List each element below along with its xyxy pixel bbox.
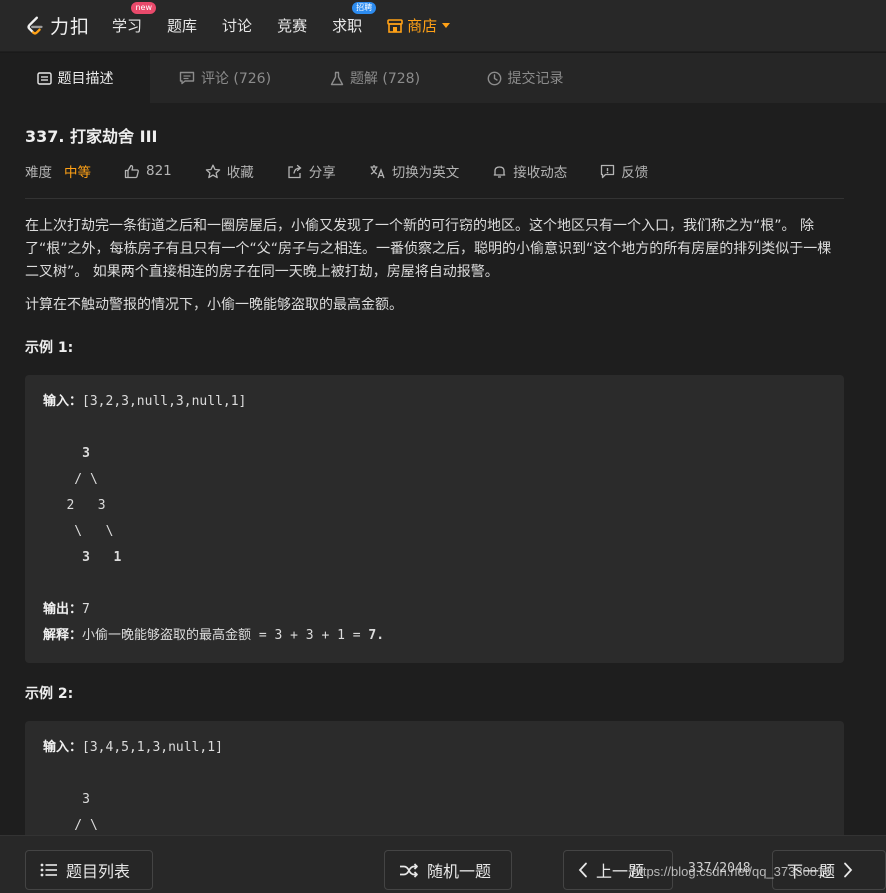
input-label: 输入： (43, 394, 83, 409)
explain-result: 7. (368, 628, 385, 643)
favorite-button[interactable]: 收藏 (205, 161, 254, 181)
problem-list-button[interactable]: 题目列表 (25, 850, 153, 890)
share-icon (288, 164, 302, 178)
random-problem-label: 随机一题 (427, 862, 492, 881)
feedback-icon (601, 164, 615, 178)
nav-item-shop[interactable]: 商店 (387, 15, 451, 36)
feedback-button[interactable]: 反馈 (600, 161, 648, 181)
problem-list-label: 题目列表 (66, 862, 131, 881)
problem-description: 在上次打劫完一条街道之后和一圈房屋后，小偷又发现了一个新的可行窃的地区。这个地区… (25, 215, 844, 317)
difficulty-label: 难度 (25, 165, 52, 181)
nav-item-discuss[interactable]: 讨论 (222, 15, 252, 36)
input-label: 输入： (43, 740, 83, 755)
subscribe-button[interactable]: 接收动态 (492, 161, 567, 181)
share-button[interactable]: 分享 (287, 161, 336, 181)
problem-title: 337. 打家劫舍 III (25, 127, 158, 146)
problem-content[interactable]: 337. 打家劫舍 III 难度 中等 821 收藏 分享 切换为英文 接收动态… (0, 103, 886, 835)
subscribe-label: 接收动态 (513, 165, 568, 181)
thumbs-up-icon (124, 164, 139, 178)
input-value: [3,4,5,1,3,null,1] (82, 740, 223, 755)
difficulty-value: 中等 (64, 165, 91, 181)
star-icon (205, 164, 221, 178)
shuffle-icon (400, 862, 418, 878)
feedback-label: 反馈 (621, 165, 649, 181)
tree-line: \ \ (43, 524, 114, 539)
tab-comments[interactable]: 评论 (726) (150, 53, 300, 103)
tab-label: 提交记录 (507, 71, 564, 87)
nav-item-learn[interactable]: 学习 new (112, 2, 157, 36)
tab-solutions[interactable]: 题解 (728) (300, 53, 450, 103)
logo-text: 力扣 (50, 16, 91, 38)
translate-icon (370, 164, 385, 178)
document-icon (36, 71, 52, 85)
share-label: 分享 (308, 165, 336, 181)
bell-icon (494, 165, 506, 178)
flask-icon (330, 71, 344, 85)
description-paragraph: 计算在不触动警报的情况下，小偷一晚能够盗取的最高金额。 (25, 297, 403, 313)
shop-label: 商店 (407, 17, 438, 35)
comment-icon (179, 71, 195, 85)
tab-label: 评论 (726) (200, 71, 272, 87)
explain-text: 小偷一晚能够盗取的最高金额 = 3 + 3 + 1 = (82, 628, 369, 643)
nav-item-label: 学习 (112, 17, 143, 35)
tab-description[interactable]: 题目描述 (0, 53, 150, 103)
watermark: https://blog.csdn.net/qq_37330816 (632, 864, 832, 879)
list-icon (40, 863, 57, 877)
like-button[interactable]: 821 (124, 163, 172, 179)
tree-line: 3 (43, 792, 90, 807)
random-problem-button[interactable]: 随机一题 (384, 850, 512, 890)
new-badge: new (131, 2, 157, 14)
clock-icon (487, 71, 501, 85)
problem-tabs: 题目描述 评论 (726) 题解 (728) 提交记录 (0, 53, 886, 103)
description-paragraph: 在上次打劫完一条街道之后和一圈房屋后，小偷又发现了一个新的可行窃的地区。这个地区… (25, 218, 832, 280)
switch-language-label: 切换为英文 (391, 165, 460, 181)
tab-submissions[interactable]: 提交记录 (450, 53, 600, 103)
switch-language-button[interactable]: 切换为英文 (369, 161, 460, 181)
output-label: 输出： (43, 602, 83, 617)
nav-item-contest[interactable]: 竞赛 (277, 15, 307, 36)
output-value: 7 (82, 602, 90, 617)
shop-icon (387, 18, 403, 33)
tab-label: 题目描述 (57, 71, 114, 87)
leetcode-logo-icon (27, 16, 43, 35)
tree-line: 3 1 (43, 550, 122, 565)
logo[interactable]: 力扣 (24, 12, 90, 39)
tab-label: 题解 (728) (349, 71, 421, 87)
example-2-title: 示例 2: (25, 686, 74, 702)
difficulty: 难度 中等 (25, 161, 91, 181)
nav-item-problems[interactable]: 题库 (167, 15, 197, 36)
hire-badge: 招聘 (352, 2, 377, 14)
favorite-label: 收藏 (226, 165, 254, 181)
like-count: 821 (146, 163, 172, 179)
example-1-title: 示例 1: (25, 340, 74, 356)
example-1-code: 输入：[3,2,3,null,3,null,1] 3 / \ 2 3 \ \ 3… (25, 375, 844, 663)
example-2-code: 输入：[3,4,5,1,3,null,1] 3 / \ (25, 721, 844, 835)
explain-label: 解释： (43, 628, 83, 643)
chevron-left-icon (578, 862, 587, 878)
problem-meta-bar: 难度 中等 821 收藏 分享 切换为英文 接收动态 反馈 (25, 161, 844, 199)
input-value: [3,2,3,null,3,null,1] (82, 394, 247, 409)
tree-line: / \ (43, 472, 98, 487)
nav-item-label: 求职 (332, 17, 363, 35)
chevron-down-icon (442, 23, 451, 28)
nav-item-jobs[interactable]: 求职 招聘 (332, 2, 377, 36)
tree-line: 2 3 (43, 498, 106, 513)
tree-line: / \ (43, 818, 98, 833)
top-navbar: 力扣 学习 new 题库 讨论 竞赛 求职 招聘 商店 (0, 0, 886, 52)
tree-line: 3 (43, 446, 90, 461)
chevron-right-icon (844, 862, 853, 878)
